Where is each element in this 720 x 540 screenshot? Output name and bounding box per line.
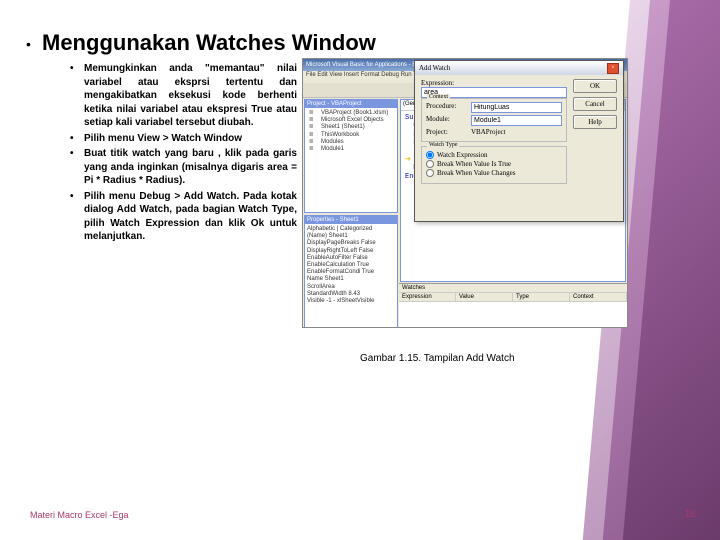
bullet-2: Pilih menu View > Watch Window (70, 132, 297, 146)
slide-body: Memungkinkan anda "memantau" nilai varia… (70, 62, 297, 246)
add-watch-dialog: Add Watch × Expression: Context Procedur… (414, 60, 624, 222)
prop-row[interactable]: (Name) Sheet1 (307, 233, 395, 240)
watches-col-value[interactable]: Value (456, 293, 513, 301)
tree-item[interactable]: VBAProject (Book1.xlsm) (307, 110, 395, 117)
bullet-3: Buat titik watch yang baru , klik pada g… (70, 147, 297, 188)
watches-col-type[interactable]: Type (513, 293, 570, 301)
help-button[interactable]: Help (573, 115, 617, 129)
prop-row[interactable]: ScrollArea (307, 284, 395, 291)
watch-type-label: Watch Type (427, 142, 459, 148)
project-value: VBAProject (471, 128, 506, 136)
radio-break-true[interactable]: Break When Value Is True (426, 160, 562, 168)
close-icon[interactable]: × (607, 63, 619, 74)
prop-row[interactable]: EnableCalculation True (307, 262, 395, 269)
properties-pane[interactable]: Properties - Sheet1 Alphabetic | Categor… (304, 215, 398, 328)
prop-row[interactable]: EnableAutoFilter False (307, 255, 395, 262)
prop-row[interactable]: StandardWidth 8.43 (307, 291, 395, 298)
radio-watch-expression[interactable]: Watch Expression (426, 151, 562, 159)
tree-item[interactable]: Microsoft Excel Objects (307, 117, 395, 124)
prop-row[interactable]: Name Sheet1 (307, 276, 395, 283)
tree-item[interactable]: Module1 (307, 146, 395, 153)
radio-break-changes[interactable]: Break When Value Changes (426, 169, 562, 177)
bullet-1: Memungkinkan anda "memantau" nilai varia… (70, 62, 297, 130)
watches-title: Watches (399, 284, 627, 292)
prop-row[interactable]: Visible -1 - xlSheetVisible (307, 298, 395, 305)
dialog-title: Add Watch (419, 64, 450, 72)
expression-label: Expression: (421, 79, 567, 87)
context-group: Context Procedure: Module: Project: VBAP… (421, 98, 567, 142)
tree-item[interactable]: Sheet1 (Sheet1) (307, 124, 395, 131)
bullet-icon: • (26, 36, 31, 52)
slide-title: Menggunakan Watches Window (42, 30, 376, 56)
footer-author: Materi Macro Excel -Ega (30, 510, 129, 520)
cancel-button[interactable]: Cancel (573, 97, 617, 111)
prop-tabs[interactable]: Alphabetic | Categorized (307, 226, 395, 233)
bullet-4: Pilih menu Debug > Add Watch. Pada kotak… (70, 190, 297, 244)
tree-item[interactable]: ThisWorkbook (307, 132, 395, 139)
module-select[interactable] (471, 115, 562, 126)
procedure-select[interactable] (471, 102, 562, 113)
project-explorer[interactable]: Project - VBAProject VBAProject (Book1.x… (304, 99, 398, 213)
watches-col-context[interactable]: Context (570, 293, 627, 301)
page-number: 16 (685, 509, 696, 520)
watches-col-expr[interactable]: Expression (399, 293, 456, 301)
context-label: Context (427, 94, 450, 100)
dialog-titlebar: Add Watch × (415, 61, 623, 75)
project-title: Project - VBAProject (305, 100, 397, 108)
procedure-label: Procedure: (426, 102, 468, 113)
watches-pane[interactable]: Watches Expression Value Type Context (399, 283, 627, 328)
prop-row[interactable]: DisplayPageBreaks False (307, 240, 395, 247)
tree-item[interactable]: Modules (307, 139, 395, 146)
slide: • Menggunakan Watches Window Memungkinka… (0, 0, 720, 540)
breakpoint-arrow-icon: ➔ (405, 156, 411, 164)
figure-caption: Gambar 1.15. Tampilan Add Watch (360, 353, 515, 364)
properties-title: Properties - Sheet1 (305, 216, 397, 224)
watch-type-group: Watch Type Watch Expression Break When V… (421, 146, 567, 184)
ok-button[interactable]: OK (573, 79, 617, 93)
prop-row[interactable]: EnableFormatCondi True (307, 269, 395, 276)
prop-row[interactable]: DisplayRightToLeft False (307, 248, 395, 255)
module-label: Module: (426, 115, 468, 126)
project-label: Project: (426, 128, 468, 136)
